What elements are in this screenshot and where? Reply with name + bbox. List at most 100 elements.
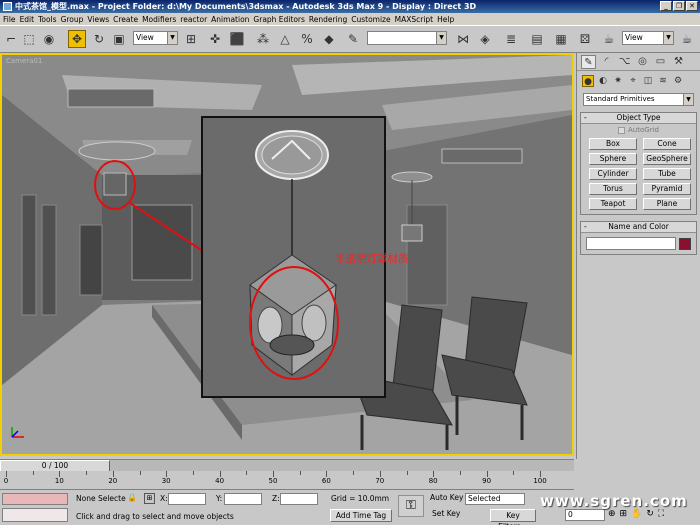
tube-button[interactable]: Tube xyxy=(643,168,691,180)
primitive-category-dropdown[interactable]: Standard Primitives ▼ xyxy=(583,93,694,106)
snap-toggle-icon[interactable]: ⁂ xyxy=(254,30,272,48)
menu-create[interactable]: Create xyxy=(113,15,142,24)
autogrid-checkbox[interactable] xyxy=(618,126,626,134)
cone-button[interactable]: Cone xyxy=(643,138,691,150)
render-type-dropdown[interactable]: View ▼ xyxy=(622,31,674,45)
select-region-icon[interactable]: ⬚ xyxy=(20,30,38,48)
y-coordinate-input[interactable] xyxy=(224,493,262,505)
absolute-mode-icon[interactable]: ⊞ xyxy=(144,493,155,504)
motion-tab-icon[interactable]: ◎ xyxy=(635,55,650,69)
select-object-icon[interactable]: ◉ xyxy=(40,30,58,48)
name-and-color-title[interactable]: - Name and Color xyxy=(581,222,696,233)
close-button[interactable]: ✕ xyxy=(686,1,698,11)
menu-rendering[interactable]: Rendering xyxy=(309,15,351,24)
keyboard-shortcut-icon[interactable]: ⬛ xyxy=(228,30,246,48)
object-color-swatch[interactable] xyxy=(679,237,691,250)
menu-maxscript[interactable]: MAXScript xyxy=(395,15,438,24)
lock-icon[interactable]: 🔒 xyxy=(127,493,137,502)
menu-graph-editors[interactable]: Graph Editors xyxy=(253,15,309,24)
angle-snap-icon[interactable]: △ xyxy=(276,30,294,48)
zoom-icon[interactable]: ⊕ xyxy=(608,509,616,519)
create-tab-icon[interactable]: ✎ xyxy=(581,54,596,69)
geosphere-button[interactable]: GeoSphere xyxy=(643,153,691,165)
cameras-icon[interactable]: ⌖ xyxy=(627,75,639,87)
utilities-tab-icon[interactable]: ⚒ xyxy=(671,55,686,69)
spacewarps-icon[interactable]: ≋ xyxy=(657,75,669,87)
autogrid-option[interactable]: AutoGrid xyxy=(581,124,696,136)
menu-edit[interactable]: Edit xyxy=(20,15,39,24)
current-frame-input[interactable]: 0 xyxy=(565,509,605,521)
named-selection-dropdown[interactable]: ▼ xyxy=(367,31,447,45)
restore-button[interactable]: ❐ xyxy=(673,1,685,11)
systems-icon[interactable]: ⚙ xyxy=(672,75,684,87)
reference-coordinate-dropdown[interactable]: View ▼ xyxy=(133,31,178,45)
quick-render-icon[interactable]: ☕ xyxy=(678,30,696,48)
geometry-icon[interactable]: ● xyxy=(582,75,594,87)
pyramid-button[interactable]: Pyramid xyxy=(643,183,691,195)
track-tick-label: 10 xyxy=(54,477,64,485)
auto-key-button[interactable]: Auto Key xyxy=(430,493,463,502)
pan-icon[interactable]: ✋ xyxy=(631,509,642,519)
app-icon xyxy=(3,2,12,11)
named-selection-icon[interactable]: ✎ xyxy=(344,30,362,48)
select-manipulate-icon[interactable]: ✜ xyxy=(206,30,224,48)
maximize-viewport-icon[interactable]: ⛶ xyxy=(658,509,664,519)
object-name-input[interactable] xyxy=(586,237,676,250)
menu-file[interactable]: File xyxy=(3,15,20,24)
shapes-icon[interactable]: ◐ xyxy=(597,75,609,87)
menu-animation[interactable]: Animation xyxy=(211,15,253,24)
helpers-icon[interactable]: ◫ xyxy=(642,75,654,87)
key-selection-dropdown[interactable]: Selected xyxy=(465,493,525,505)
hierarchy-tab-icon[interactable]: ⌥ xyxy=(617,55,632,69)
minimize-button[interactable]: _ xyxy=(660,1,672,11)
menu-views[interactable]: Views xyxy=(87,15,113,24)
modify-tab-icon[interactable]: ◜ xyxy=(599,55,614,69)
set-key-button[interactable]: Set Key xyxy=(432,509,460,518)
percent-snap-icon[interactable]: % xyxy=(298,30,316,48)
zoom-all-icon[interactable]: ⊞ xyxy=(620,509,628,519)
pivot-icon[interactable]: ⊞ xyxy=(182,30,200,48)
cylinder-button[interactable]: Cylinder xyxy=(589,168,637,180)
lights-icon[interactable]: ✷ xyxy=(612,75,624,87)
z-coordinate-input[interactable] xyxy=(280,493,318,505)
track-bar[interactable]: 0 10 20 30 40 50 60 70 80 90 100 xyxy=(0,471,574,490)
maxscript-listener-input[interactable] xyxy=(2,493,68,505)
menu-group[interactable]: Group xyxy=(61,15,88,24)
material-editor-icon[interactable]: ⚄ xyxy=(576,30,594,48)
rotate-icon[interactable]: ↻ xyxy=(90,30,108,48)
sphere-button[interactable]: Sphere xyxy=(589,153,637,165)
move-icon[interactable]: ✥ xyxy=(68,30,86,48)
time-slider[interactable]: 0 / 100 xyxy=(0,459,574,472)
display-tab-icon[interactable]: ▭ xyxy=(653,55,668,69)
menu-modifiers[interactable]: Modifiers xyxy=(142,15,180,24)
undo-icon[interactable]: ⌐ xyxy=(2,30,20,48)
object-type-title[interactable]: - Object Type xyxy=(581,113,696,124)
scene-render xyxy=(2,55,572,454)
teapot-button[interactable]: Teapot xyxy=(589,198,637,210)
x-coordinate-input[interactable] xyxy=(168,493,206,505)
menu-customize[interactable]: Customize xyxy=(351,15,394,24)
add-time-tag-button[interactable]: Add Time Tag xyxy=(330,509,392,522)
schematic-view-icon[interactable]: ▦ xyxy=(552,30,570,48)
align-icon[interactable]: ◈ xyxy=(476,30,494,48)
set-key-icon[interactable]: ⚿ xyxy=(398,495,424,517)
scale-icon[interactable]: ▣ xyxy=(110,30,128,48)
menu-help[interactable]: Help xyxy=(437,15,458,24)
spinner-snap-icon[interactable]: ◆ xyxy=(320,30,338,48)
viewport-label[interactable]: Camera01 xyxy=(6,57,42,65)
camera-viewport[interactable]: Camera01 半透明灯罩材质 xyxy=(0,53,574,456)
maxscript-output[interactable] xyxy=(2,508,68,522)
menu-tools[interactable]: Tools xyxy=(38,15,60,24)
watermark-text: www.sgren.com xyxy=(540,492,688,510)
curve-editor-icon[interactable]: ▤ xyxy=(528,30,546,48)
menu-reactor[interactable]: reactor xyxy=(180,15,211,24)
plane-button[interactable]: Plane xyxy=(643,198,691,210)
orbit-icon[interactable]: ↻ xyxy=(646,509,654,519)
torus-button[interactable]: Torus xyxy=(589,183,637,195)
render-setup-icon[interactable]: ☕ xyxy=(600,30,618,48)
command-panel: ✎ ◜ ⌥ ◎ ▭ ⚒ ● ◐ ✷ ⌖ ◫ ≋ ⚙ Standard Primi… xyxy=(576,53,700,459)
key-filters-button[interactable]: Key Filters... xyxy=(490,509,536,525)
box-button[interactable]: Box xyxy=(589,138,637,150)
mirror-icon[interactable]: ⋈ xyxy=(454,30,472,48)
layer-manager-icon[interactable]: ≣ xyxy=(502,30,520,48)
